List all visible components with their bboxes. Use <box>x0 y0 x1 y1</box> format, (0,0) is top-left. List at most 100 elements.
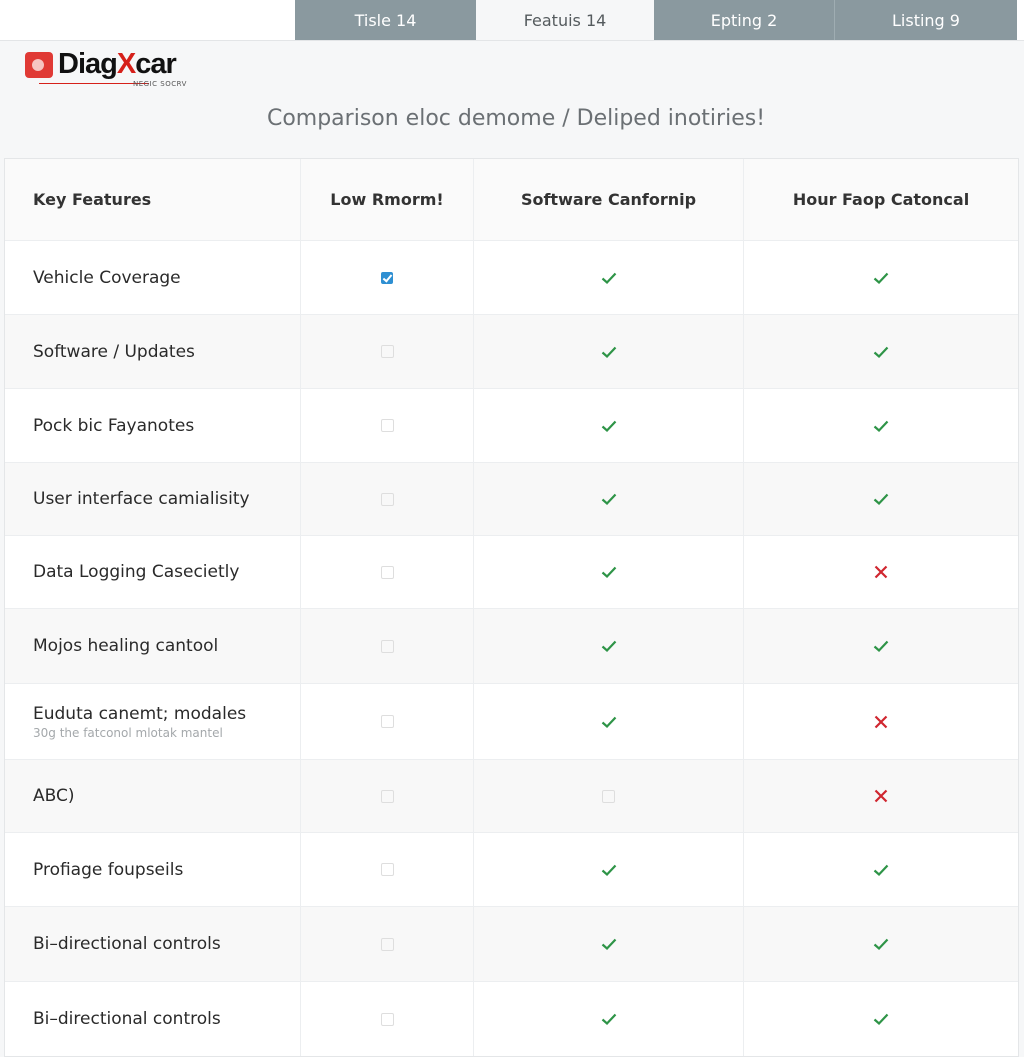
checkbox-empty[interactable] <box>380 565 394 579</box>
feature-wrap: Data Logging Casecietly <box>33 562 239 582</box>
tab-1[interactable]: Tisle 14 <box>295 0 476 40</box>
feature-cell: Euduta canemt; modales 30g the fatconol m… <box>5 684 300 759</box>
checkbox-empty[interactable] <box>380 345 394 358</box>
header-column-3[interactable]: Hour Faop Catoncal <box>743 159 1018 240</box>
value-cell-col-1 <box>300 609 473 683</box>
value-cell-col-1 <box>300 241 473 314</box>
checkbox-empty[interactable] <box>380 639 394 653</box>
feature-wrap: Euduta canemt; modales 30g the fatconol m… <box>33 704 246 740</box>
check-icon <box>600 1010 618 1028</box>
value-cell-col-3 <box>743 833 1018 906</box>
table-header-row: Key Features Low Rmorm! Software Canforn… <box>5 159 1018 240</box>
feature-wrap: Mojos healing cantool <box>33 636 218 656</box>
header-key-features: Key Features <box>33 190 152 209</box>
feature-cell: Bi–directional controls <box>5 907 300 981</box>
value-cell-col-2 <box>473 315 743 388</box>
feature-wrap: User interface camialisity <box>33 489 250 509</box>
table-row: Software / Updates <box>5 314 1018 388</box>
checkbox-empty[interactable] <box>380 419 394 432</box>
feature-label: Mojos healing cantool <box>33 636 219 656</box>
feature-cell: Vehicle Coverage <box>5 241 300 314</box>
check-icon <box>872 490 890 508</box>
check-icon <box>872 861 890 879</box>
feature-cell: Profiage foupseils <box>5 833 300 906</box>
feature-wrap: Profiage foupseils <box>33 860 183 880</box>
checkbox-empty[interactable] <box>380 789 394 803</box>
value-cell-col-1 <box>300 760 473 832</box>
value-cell-col-2 <box>473 536 743 608</box>
feature-label: Pock bic Fayanotes <box>33 415 195 436</box>
feature-cell: Data Logging Casecietly <box>5 536 300 608</box>
feature-wrap: Vehicle Coverage <box>33 268 181 288</box>
value-cell-col-3 <box>743 463 1018 535</box>
check-icon <box>600 637 618 655</box>
feature-label: Profiage foupseils <box>33 859 184 880</box>
header-column-1[interactable]: Low Rmorm! <box>300 159 473 240</box>
table-row: Euduta canemt; modales 30g the fatconol m… <box>5 683 1018 759</box>
value-cell-col-3 <box>743 609 1018 683</box>
value-cell-col-2 <box>473 907 743 981</box>
feature-sublabel: 30g the fatconol mlotak mantel <box>33 725 223 740</box>
comparison-table: Key Features Low Rmorm! Software Canforn… <box>4 158 1019 1057</box>
logo-icon <box>25 52 53 78</box>
value-cell-col-1 <box>300 982 473 1056</box>
value-cell-col-2 <box>473 463 743 535</box>
checkbox-empty[interactable] <box>380 492 394 506</box>
logo-text-x: X <box>116 48 136 80</box>
checkbox-empty[interactable] <box>380 863 394 876</box>
value-cell-col-1 <box>300 536 473 608</box>
checkbox-checked[interactable] <box>381 271 393 284</box>
header-column-2[interactable]: Software Canfornip <box>473 159 743 240</box>
check-icon <box>600 343 618 361</box>
value-cell-col-2 <box>473 684 743 759</box>
value-cell-col-1 <box>300 907 473 981</box>
feature-label: Software / Updates <box>33 341 195 362</box>
feature-wrap: Bi–directional controls <box>33 934 221 954</box>
feature-cell: ABC) <box>5 760 300 832</box>
value-cell-col-2 <box>473 609 743 683</box>
feature-cell: Bi–directional controls <box>5 982 300 1056</box>
check-icon <box>600 713 618 731</box>
checkbox-empty[interactable] <box>380 715 394 728</box>
table-row: Bi–directional controls <box>5 981 1018 1056</box>
checkbox-empty[interactable] <box>380 937 394 951</box>
checkbox-empty[interactable] <box>602 789 615 803</box>
check-icon <box>872 637 890 655</box>
check-icon <box>600 269 618 287</box>
value-cell-col-1 <box>300 463 473 535</box>
page-subtitle: Comparison eloc demome / Deliped inotiri… <box>266 106 766 131</box>
logo-text-part1: Diag <box>58 48 118 80</box>
check-icon <box>600 861 618 879</box>
check-icon <box>872 935 890 953</box>
table-row: ABC) <box>5 759 1018 832</box>
feature-cell: Mojos healing cantool <box>5 609 300 683</box>
top-tab-bar: Tisle 14 Featuis 14 Epting 2 Listing 9 <box>0 0 1024 41</box>
feature-label: Bi–directional controls <box>33 934 221 954</box>
cross-icon <box>872 787 890 805</box>
feature-label: Euduta canemt; modales <box>33 703 247 724</box>
value-cell-col-3 <box>743 241 1018 314</box>
feature-wrap: Software / Updates <box>33 342 195 362</box>
tab-4[interactable]: Listing 9 <box>834 0 1017 40</box>
feature-label: Vehicle Coverage <box>33 267 181 288</box>
value-cell-col-3 <box>743 760 1018 832</box>
value-cell-col-3 <box>743 982 1018 1056</box>
feature-wrap: Bi–directional controls <box>33 1009 221 1029</box>
logo-text: DiagXcar <box>58 48 177 81</box>
feature-label: User interface camialisity <box>33 489 250 509</box>
table-row: Profiage foupseils <box>5 832 1018 906</box>
tab-3[interactable]: Epting 2 <box>654 0 834 40</box>
cross-icon <box>872 713 890 731</box>
table-row: Mojos healing cantool <box>5 608 1018 683</box>
check-icon <box>600 563 618 581</box>
table-row: User interface camialisity <box>5 462 1018 535</box>
value-cell-col-3 <box>743 536 1018 608</box>
check-icon <box>872 269 890 287</box>
value-cell-col-1 <box>300 684 473 759</box>
check-icon <box>872 417 890 435</box>
value-cell-col-3 <box>743 315 1018 388</box>
feature-wrap: Pock bic Fayanotes <box>33 416 194 436</box>
value-cell-col-2 <box>473 982 743 1056</box>
tab-2-active[interactable]: Featuis 14 <box>476 0 654 40</box>
brand-logo[interactable]: DiagXcar NEGIC SOCRV <box>25 48 195 92</box>
